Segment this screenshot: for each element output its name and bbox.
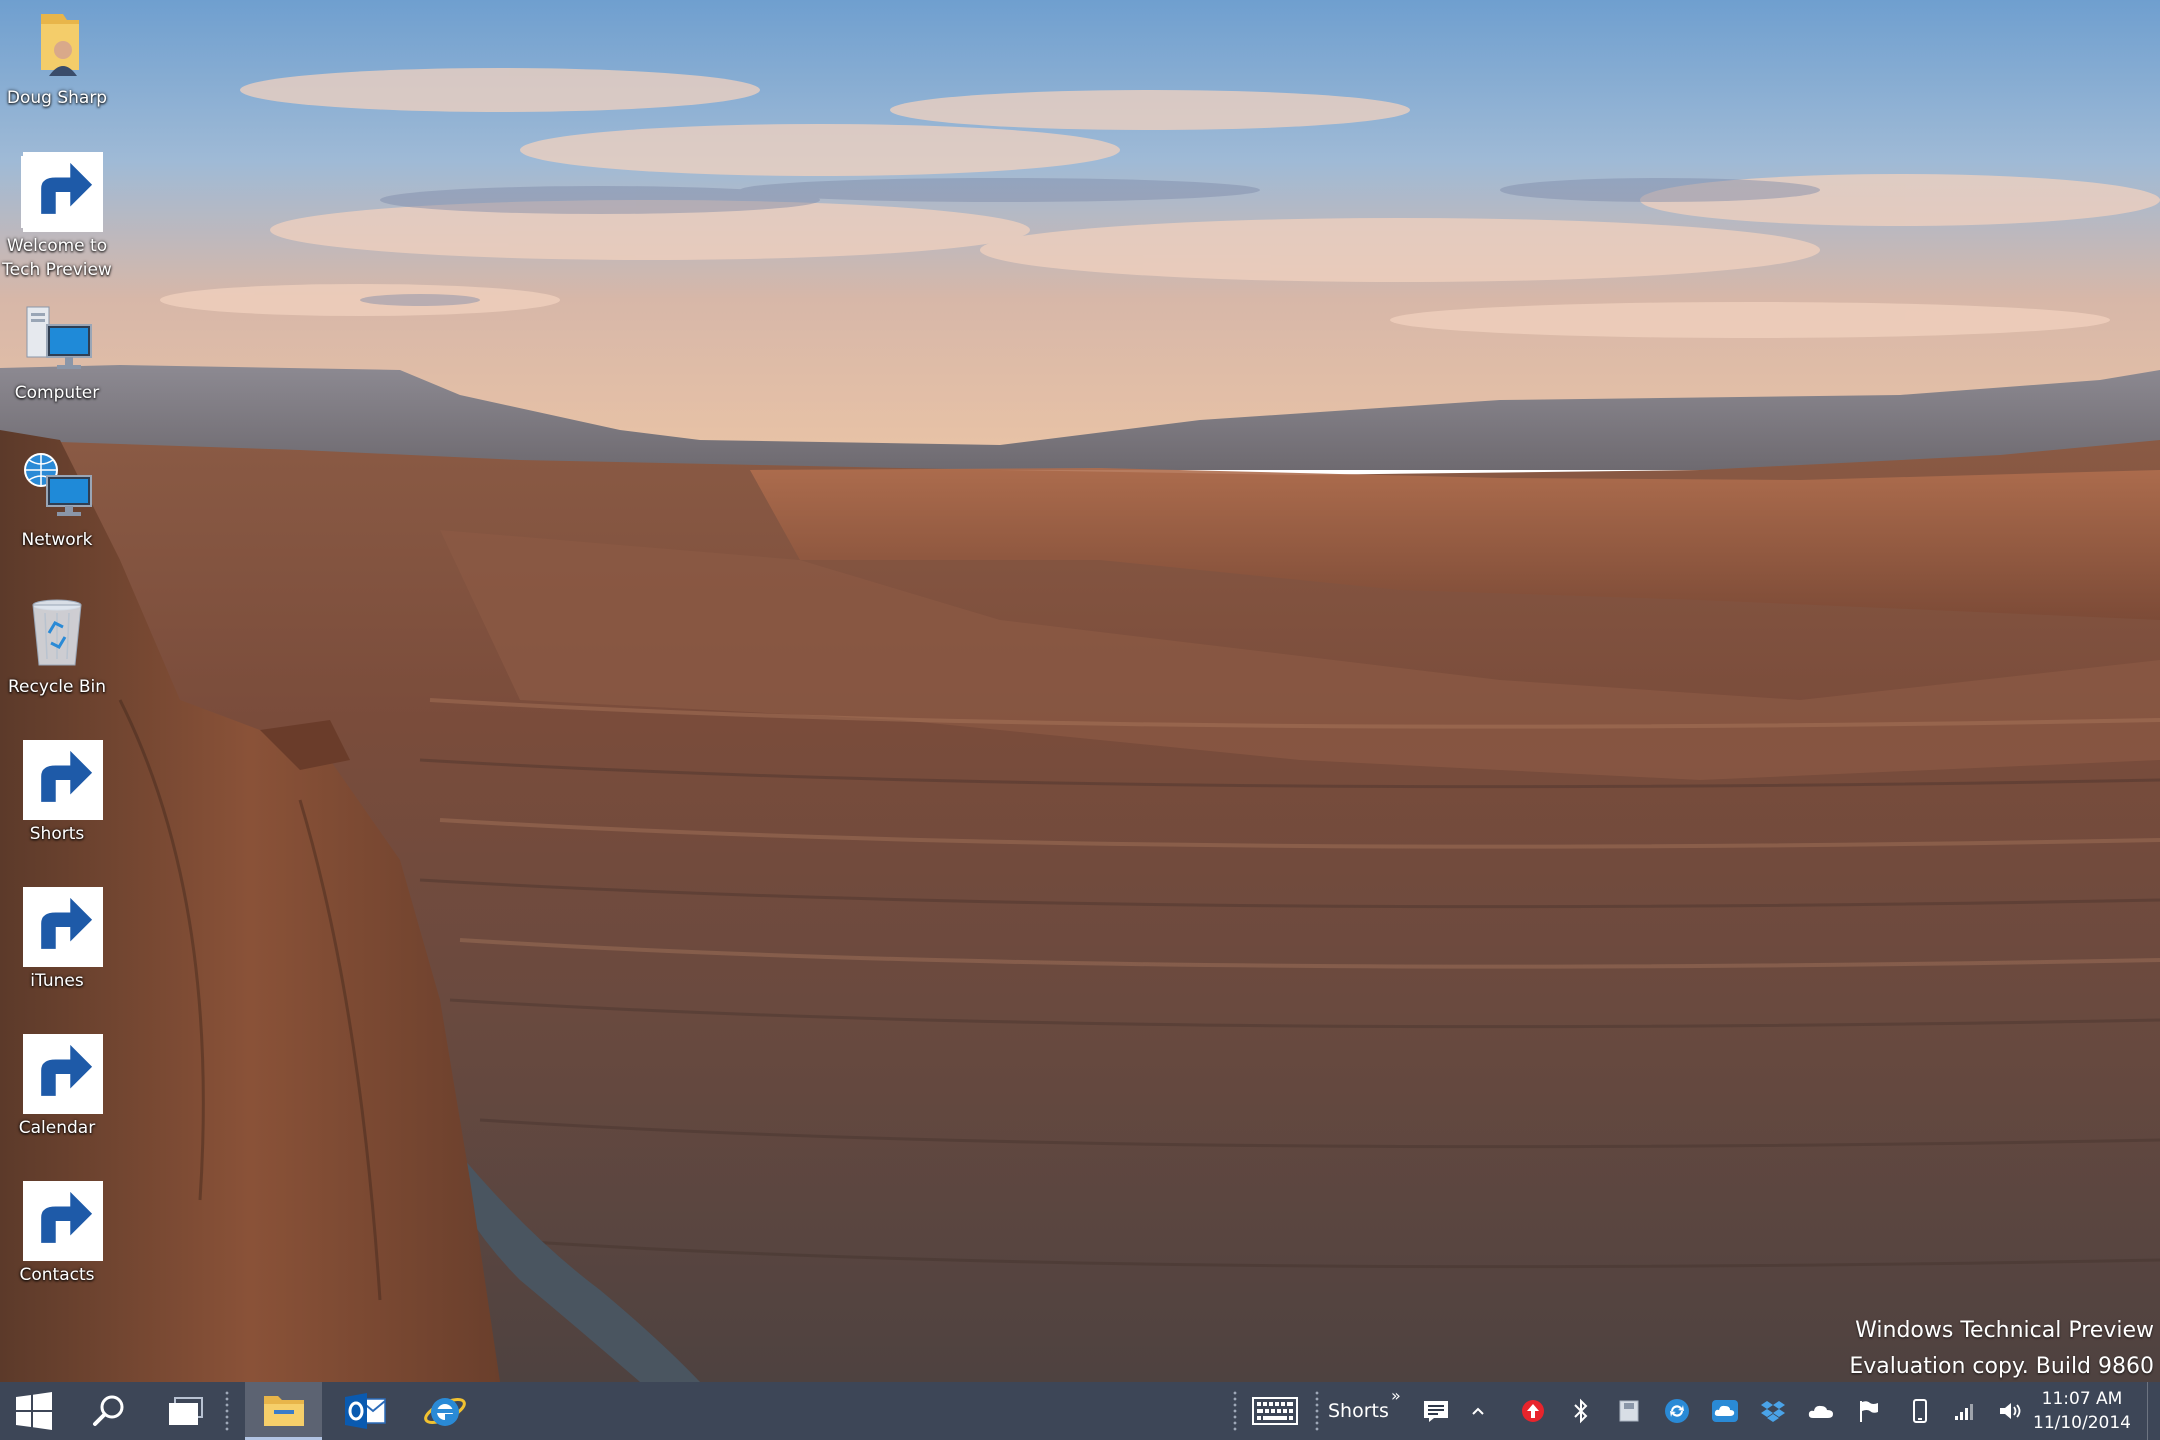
signal-button[interactable] [1942,1382,1986,1440]
internet-explorer-icon [424,1398,466,1426]
taskbar-clock[interactable]: 11:07 AM 11/10/2014 [2032,1382,2132,1440]
desktop-icon-label: Recycle Bin [7,677,106,697]
volume-button[interactable] [1990,1382,2032,1440]
touch-keyboard-icon [1252,1397,1298,1425]
start-button[interactable] [0,1382,68,1440]
evaluation-watermark: Windows Technical Preview Evaluation cop… [1849,1313,2154,1385]
update-notification-button[interactable] [1510,1382,1556,1440]
bluetooth-icon [1574,1398,1588,1424]
user-folder-icon [41,14,79,76]
taskbar-grip[interactable] [224,1390,230,1432]
shortcut-arrow-icon [23,740,103,820]
desktop-icon-itunes[interactable]: iTunes [1,887,113,993]
file-explorer-icon [263,1395,304,1426]
recycle-bin-icon [32,599,82,666]
sync-icon [1665,1399,1689,1423]
removable-drive-button[interactable] [1606,1382,1652,1440]
shortcut-arrow-icon [23,887,103,967]
clock-date: 11/10/2014 [2033,1413,2131,1433]
desktop-icon-recycle-bin[interactable]: Recycle Bin [1,593,113,699]
action-center-button[interactable] [1413,1382,1459,1440]
network-icon [24,453,92,516]
desktop-icon-network[interactable]: Network [1,446,113,552]
onedrive-icon [1808,1405,1833,1418]
clock-time: 11:07 AM [2041,1389,2123,1409]
shortcut-arrow-icon [23,152,103,232]
touch-keyboard-button[interactable] [1246,1382,1304,1440]
bluetooth-button[interactable] [1558,1382,1604,1440]
desktop[interactable]: Doug Sharp Welcome to Tech Preview Compu… [0,0,2160,1440]
desktop-icon-contacts[interactable]: Contacts [1,1181,113,1287]
outlook-icon [345,1393,386,1429]
toolbar-overflow-chevron[interactable]: » [1391,1388,1401,1404]
toolbar-shorts-label[interactable]: Shorts [1328,1382,1389,1440]
taskbar-app-internet-explorer[interactable] [408,1382,482,1440]
desktop-icon-label: iTunes [30,971,84,991]
cloud-button[interactable] [1702,1382,1748,1440]
sync-button[interactable] [1654,1382,1700,1440]
update-arrow-icon [1522,1400,1544,1422]
watermark-line-2: Evaluation copy. Build 9860 [1849,1354,2154,1379]
watermark-line-1: Windows Technical Preview [1855,1318,2154,1343]
toolbar-grip[interactable] [1232,1390,1238,1432]
flag-icon [1860,1401,1878,1422]
onedrive-button[interactable] [1798,1382,1844,1440]
windows-start-icon [16,1392,52,1430]
desktop-icon-shorts[interactable]: Shorts [1,740,113,846]
shortcut-arrow-icon [23,1034,103,1114]
task-view-button[interactable] [158,1382,214,1440]
desktop-icon-welcome-to-tech-preview[interactable]: Welcome to Tech Preview [1,152,113,282]
show-desktop-button[interactable] [2147,1382,2160,1440]
desktop-icon-label: Shorts [29,824,85,844]
search-icon [93,1395,124,1426]
computer-icon [26,306,92,369]
cloud-icon [1712,1400,1738,1422]
action-center-icon [1424,1401,1448,1422]
wallpaper-image [0,0,2160,1382]
flag-button[interactable] [1846,1382,1892,1440]
show-hidden-icons-button[interactable] [1460,1382,1496,1440]
desktop-icon-doug-sharp[interactable]: Doug Sharp [1,4,113,110]
removable-drive-icon [1619,1400,1639,1422]
phone-icon [1913,1399,1927,1423]
signal-icon [1955,1404,1973,1420]
show-hidden-icons-chevron [1472,1407,1484,1415]
toolbar-grip[interactable] [1314,1390,1320,1432]
phone-button[interactable] [1900,1382,1940,1440]
task-view-icon [169,1397,203,1425]
desktop-icon-label: Contacts [19,1265,95,1285]
desktop-icon-label: Network [21,530,93,550]
desktop-icon-label: Welcome to Tech Preview [2,236,112,280]
dropbox-icon [1761,1401,1785,1422]
dropbox-button[interactable] [1750,1382,1796,1440]
desktop-icon-label: Calendar [18,1118,96,1138]
desktop-icon-label: Computer [14,383,100,403]
desktop-icon-calendar[interactable]: Calendar [1,1034,113,1140]
desktop-icon-computer[interactable]: Computer [1,299,113,405]
volume-icon [2000,1403,2021,1419]
desktop-icon-label: Doug Sharp [6,88,108,108]
taskbar-app-outlook[interactable] [328,1382,402,1440]
search-button[interactable] [80,1382,138,1440]
taskbar: Shorts » 11:07 AM 11/10/2014 [0,1382,2160,1440]
taskbar-app-file-explorer[interactable] [245,1382,322,1440]
shortcut-arrow-icon [23,1181,103,1261]
